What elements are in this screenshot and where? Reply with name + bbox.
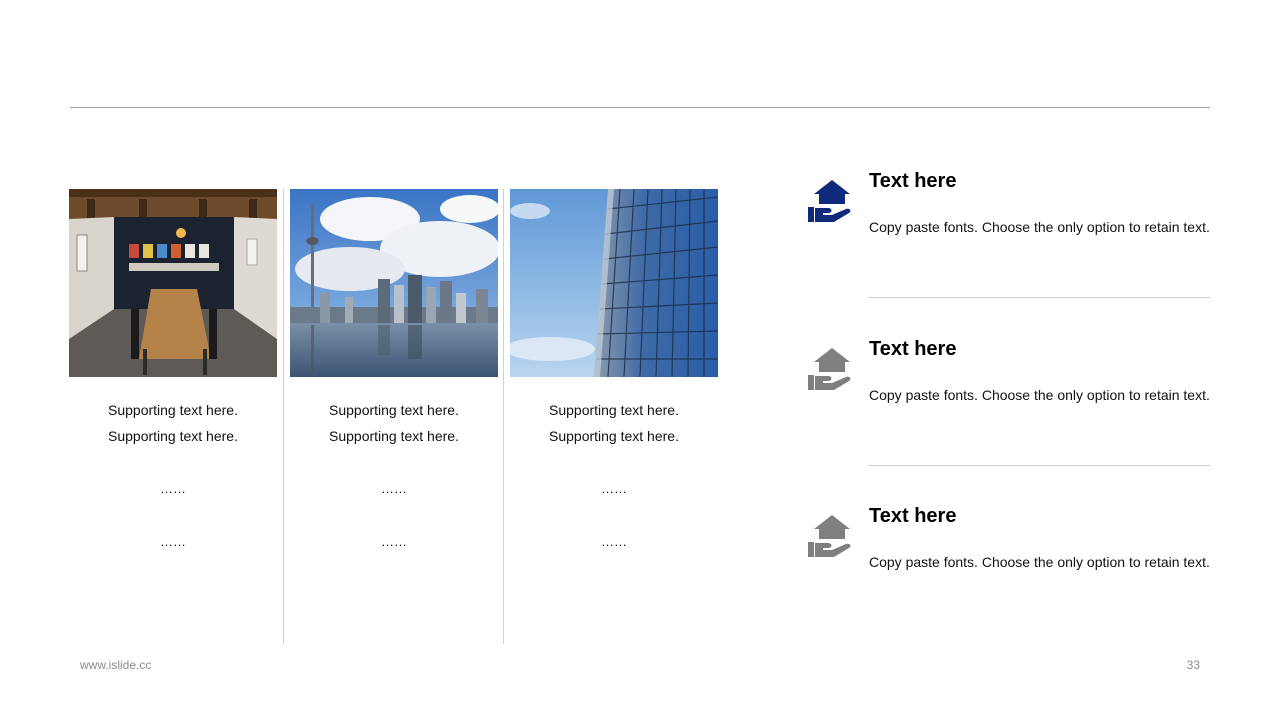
item-description: Copy paste fonts. Choose the only option… xyxy=(869,219,1210,235)
image-column-1: Supporting text here. Supporting text he… xyxy=(69,189,277,549)
supporting-text-line: Supporting text here. xyxy=(329,428,459,444)
meeting-room-photo xyxy=(69,189,277,377)
supporting-text-line: Supporting text here. xyxy=(108,402,238,418)
ellipsis-text: …… xyxy=(601,534,627,549)
item-title: Text here xyxy=(869,505,957,527)
item-description: Copy paste fonts. Choose the only option… xyxy=(869,554,1210,570)
item-divider xyxy=(868,465,1210,466)
hand-house-icon xyxy=(808,515,852,559)
ellipsis-text: …… xyxy=(160,481,186,496)
feature-item-3: Text here Copy paste fonts. Choose the o… xyxy=(808,503,1210,623)
top-divider xyxy=(70,107,1210,108)
ellipsis-text: …… xyxy=(160,534,186,549)
feature-item-1: Text here Copy paste fonts. Choose the o… xyxy=(808,168,1210,288)
hand-house-icon xyxy=(808,180,852,224)
footer-url: www.islide.cc xyxy=(80,658,152,672)
page-number: 33 xyxy=(1186,658,1200,672)
hand-house-icon xyxy=(808,348,852,392)
ellipsis-text: …… xyxy=(381,534,407,549)
item-title: Text here xyxy=(869,170,957,192)
feature-item-2: Text here Copy paste fonts. Choose the o… xyxy=(808,336,1210,456)
supporting-text-line: Supporting text here. xyxy=(549,428,679,444)
item-description: Copy paste fonts. Choose the only option… xyxy=(869,387,1210,403)
supporting-text-line: Supporting text here. xyxy=(108,428,238,444)
ellipsis-text: …… xyxy=(601,481,627,496)
image-column-3: Supporting text here. Supporting text he… xyxy=(510,189,718,549)
image-column-2: Supporting text here. Supporting text he… xyxy=(290,189,498,549)
ellipsis-text: …… xyxy=(381,481,407,496)
supporting-text-line: Supporting text here. xyxy=(329,402,459,418)
column-divider xyxy=(503,189,504,644)
item-title: Text here xyxy=(869,338,957,360)
item-divider xyxy=(868,297,1210,298)
glass-building-photo xyxy=(510,189,718,377)
city-skyline-photo xyxy=(290,189,498,377)
column-divider xyxy=(283,189,284,644)
supporting-text-line: Supporting text here. xyxy=(549,402,679,418)
